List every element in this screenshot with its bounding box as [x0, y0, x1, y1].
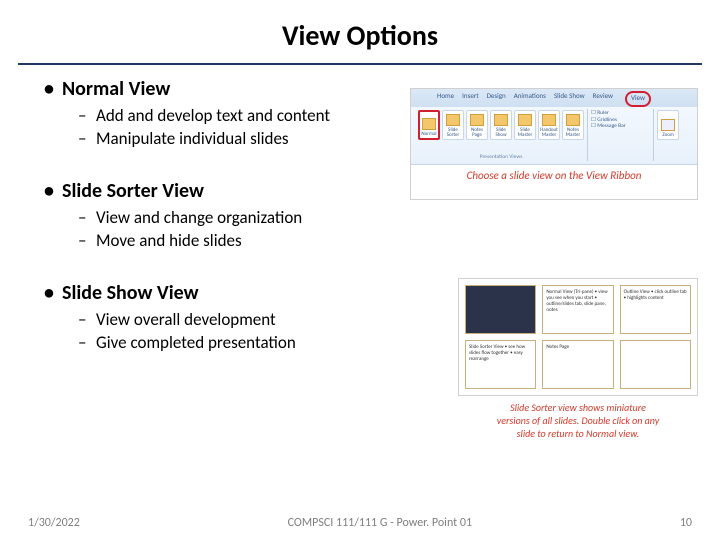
slide-show-icon: Slide Show — [490, 110, 512, 140]
footer-date: 1/30/2022 — [28, 516, 80, 530]
group-label: Presentation Views — [418, 154, 584, 160]
zoom-icon: Zoom — [657, 110, 679, 140]
notes-page-icon: Notes Page — [466, 110, 488, 140]
mini-slide — [620, 340, 691, 389]
item: Move and hide slides — [78, 230, 690, 251]
footer-page: 10 — [680, 516, 692, 530]
tab: Insert — [462, 91, 478, 107]
slide-sorter-icon: Slide Sorter — [442, 110, 464, 140]
footer: 1/30/2022 COMPSCI 111/111 G - Power. Poi… — [0, 516, 720, 530]
ribbon-body: Normal Slide Sorter Notes Page Slide Sho… — [411, 107, 697, 163]
item: View and change organization — [78, 207, 690, 228]
tab-view-circled: View — [625, 91, 651, 107]
slide-sorter-screenshot: Normal View (Tri-pane) • view you see wh… — [458, 278, 698, 448]
slide-master-icon: Slide Master — [514, 110, 536, 140]
mini-slide: Notes Page — [542, 340, 613, 389]
tab: Design — [487, 91, 506, 107]
ribbon-caption: Choose a slide view on the View Ribbon — [411, 169, 697, 182]
ribbon: Home Insert Design Animations Slide Show… — [411, 89, 697, 165]
footer-center: COMPSCI 111/111 G - Power. Point 01 — [288, 516, 472, 530]
mini-slide — [465, 285, 536, 334]
tab: Slide Show — [554, 91, 585, 107]
notes-master-icon: Notes Master — [562, 110, 584, 140]
ribbon-screenshot: Home Insert Design Animations Slide Show… — [410, 88, 698, 200]
mini-slide: Slide Sorter View • see how slides flow … — [465, 340, 536, 389]
tab: Animations — [514, 91, 546, 107]
slide-title: View Options — [0, 0, 720, 63]
mini-slide: Normal View (Tri-pane) • view you see wh… — [542, 285, 613, 334]
sorter-caption: Slide Sorter view shows miniature versio… — [458, 401, 698, 440]
show-hide-checks: Ruler Gridlines Message Bar — [591, 110, 650, 130]
tab: Home — [437, 91, 454, 107]
normal-view-icon: Normal — [418, 110, 440, 140]
mini-slide: Outline View • click outline tab • highl… — [620, 285, 691, 334]
ribbon-tabs: Home Insert Design Animations Slide Show… — [411, 89, 697, 107]
sorter-grid: Normal View (Tri-pane) • view you see wh… — [458, 278, 698, 396]
handout-master-icon: Handout Master — [538, 110, 560, 140]
tab: Review — [593, 91, 613, 107]
title-rule — [18, 63, 702, 65]
